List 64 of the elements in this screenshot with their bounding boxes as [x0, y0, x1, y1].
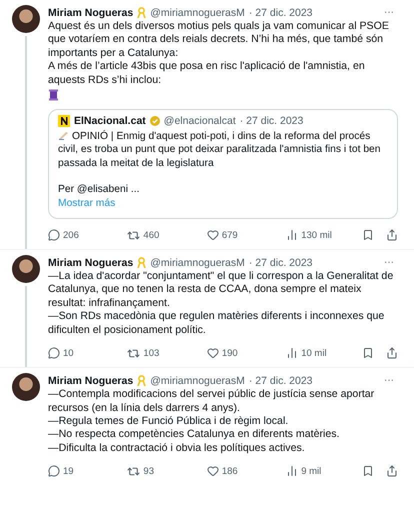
avatar[interactable] — [12, 5, 40, 33]
verified-badge-icon — [150, 116, 160, 126]
views-icon — [286, 229, 298, 242]
share-button[interactable] — [386, 347, 398, 360]
share-button[interactable] — [386, 465, 398, 478]
author-handle[interactable]: @miriamnoguerasM — [150, 256, 245, 269]
views-icon — [286, 465, 298, 478]
post-date[interactable]: · 27 dic. 2023 — [248, 6, 313, 18]
ribbon-icon — [137, 374, 146, 387]
quoted-author-handle[interactable]: @elnacionalcat — [164, 115, 236, 128]
like-icon — [206, 465, 219, 478]
quoted-post-byline: Per @elisabeni ... — [58, 183, 140, 197]
ribbon-icon — [137, 256, 146, 269]
tweet-text: —Regula temes de Funció Pública i de règim local. — [48, 414, 290, 428]
like-button[interactable]: 186 — [206, 465, 286, 478]
more-options[interactable]: ··· — [384, 375, 398, 386]
reply-icon — [48, 229, 60, 242]
quoted-post-text: OPINIÓ | Enmig d'aquest poti-poti, i dins de la reforma del procés civil, es troba un punt que pot deixar paralitzada l'amnistia fins i tot ben passada la meitat de la legislatura — [58, 130, 382, 170]
views-button[interactable]: 130 mil — [286, 229, 354, 242]
reply-button[interactable]: 206 — [48, 229, 128, 242]
reply-button[interactable]: 10 — [48, 347, 128, 360]
tweet-text: Aquest és un dels diversos motius pels quals ja vam comunicar al PSOE que votaríem en contra dels reials decrets. N’hi ha més, que també són importants per a Catalunya: — [48, 20, 390, 60]
tweet-text: —Dificulta la contractació i obvia les polítiques actives. — [48, 442, 306, 456]
repost-icon — [127, 346, 140, 360]
repost-icon — [127, 228, 140, 242]
post-date[interactable]: · 27 dic. 2023 — [248, 374, 313, 387]
like-icon — [206, 229, 219, 242]
views-icon — [286, 347, 298, 360]
repost-icon — [127, 464, 140, 478]
author-name[interactable]: Miriam Nogueras — [48, 256, 134, 269]
bookmark-button[interactable] — [362, 347, 374, 360]
reply-button[interactable]: 19 — [48, 465, 128, 478]
quoted-author-name[interactable]: ElNacional.cat — [74, 115, 146, 128]
avatar[interactable] — [12, 255, 40, 284]
author-handle[interactable]: @miriamnoguerasM — [150, 6, 245, 18]
views-button[interactable]: 9 mil — [286, 465, 354, 478]
post-date[interactable]: · 27 dic. 2023 — [248, 256, 313, 269]
tweet-text: A més de l’article 43bis que posa en risc l'aplicació de l'amnistia, en aquests RDs s’hi inclou: — [48, 60, 366, 88]
more-options[interactable]: ··· — [384, 257, 398, 268]
repost-button[interactable]: 103 — [127, 346, 207, 360]
author-name[interactable]: Miriam Nogueras — [48, 6, 134, 18]
tweet-text: —Contempla modificacions del servei públic de justícia sense aportar recursos (en la línia dels darrers 4 anys). — [48, 388, 376, 415]
repost-button[interactable]: 93 — [127, 464, 207, 478]
author-handle[interactable]: @miriamnoguerasM — [150, 374, 245, 387]
tweet-text: —No respecta competències Catalunya en diferents matèries. — [48, 428, 340, 442]
like-button[interactable]: 190 — [206, 347, 286, 360]
bookmark-button[interactable] — [362, 229, 374, 242]
share-button[interactable] — [386, 229, 398, 242]
repost-button[interactable]: 460 — [127, 228, 207, 242]
like-button[interactable]: 679 — [206, 229, 286, 242]
views-button[interactable]: 10 mil — [286, 347, 354, 360]
avatar[interactable] — [12, 373, 40, 402]
ribbon-icon — [137, 6, 146, 18]
logo-icon — [58, 115, 70, 128]
quoted-post-card[interactable] — [48, 109, 398, 220]
author-name[interactable]: Miriam Nogueras — [48, 374, 134, 387]
quoted-post-date: · 27 dic. 2023 — [240, 115, 304, 128]
reply-icon — [48, 465, 60, 478]
like-icon — [206, 347, 219, 360]
tweet-text: —Son RDs macedònia que regulen matèries diferents i inconnexes que dificulten el posicionament polític. — [48, 310, 386, 338]
tweet-text: —La idea d'acordar "conjuntament" el que li correspon a la Generalitat de Catalunya, que no tenen la resta de CCAA, dona sempre el mateix resultat: infrafinançament. — [48, 270, 394, 310]
bookmark-button[interactable] — [362, 465, 374, 478]
more-options[interactable]: ··· — [384, 7, 398, 18]
reply-icon — [48, 347, 60, 360]
